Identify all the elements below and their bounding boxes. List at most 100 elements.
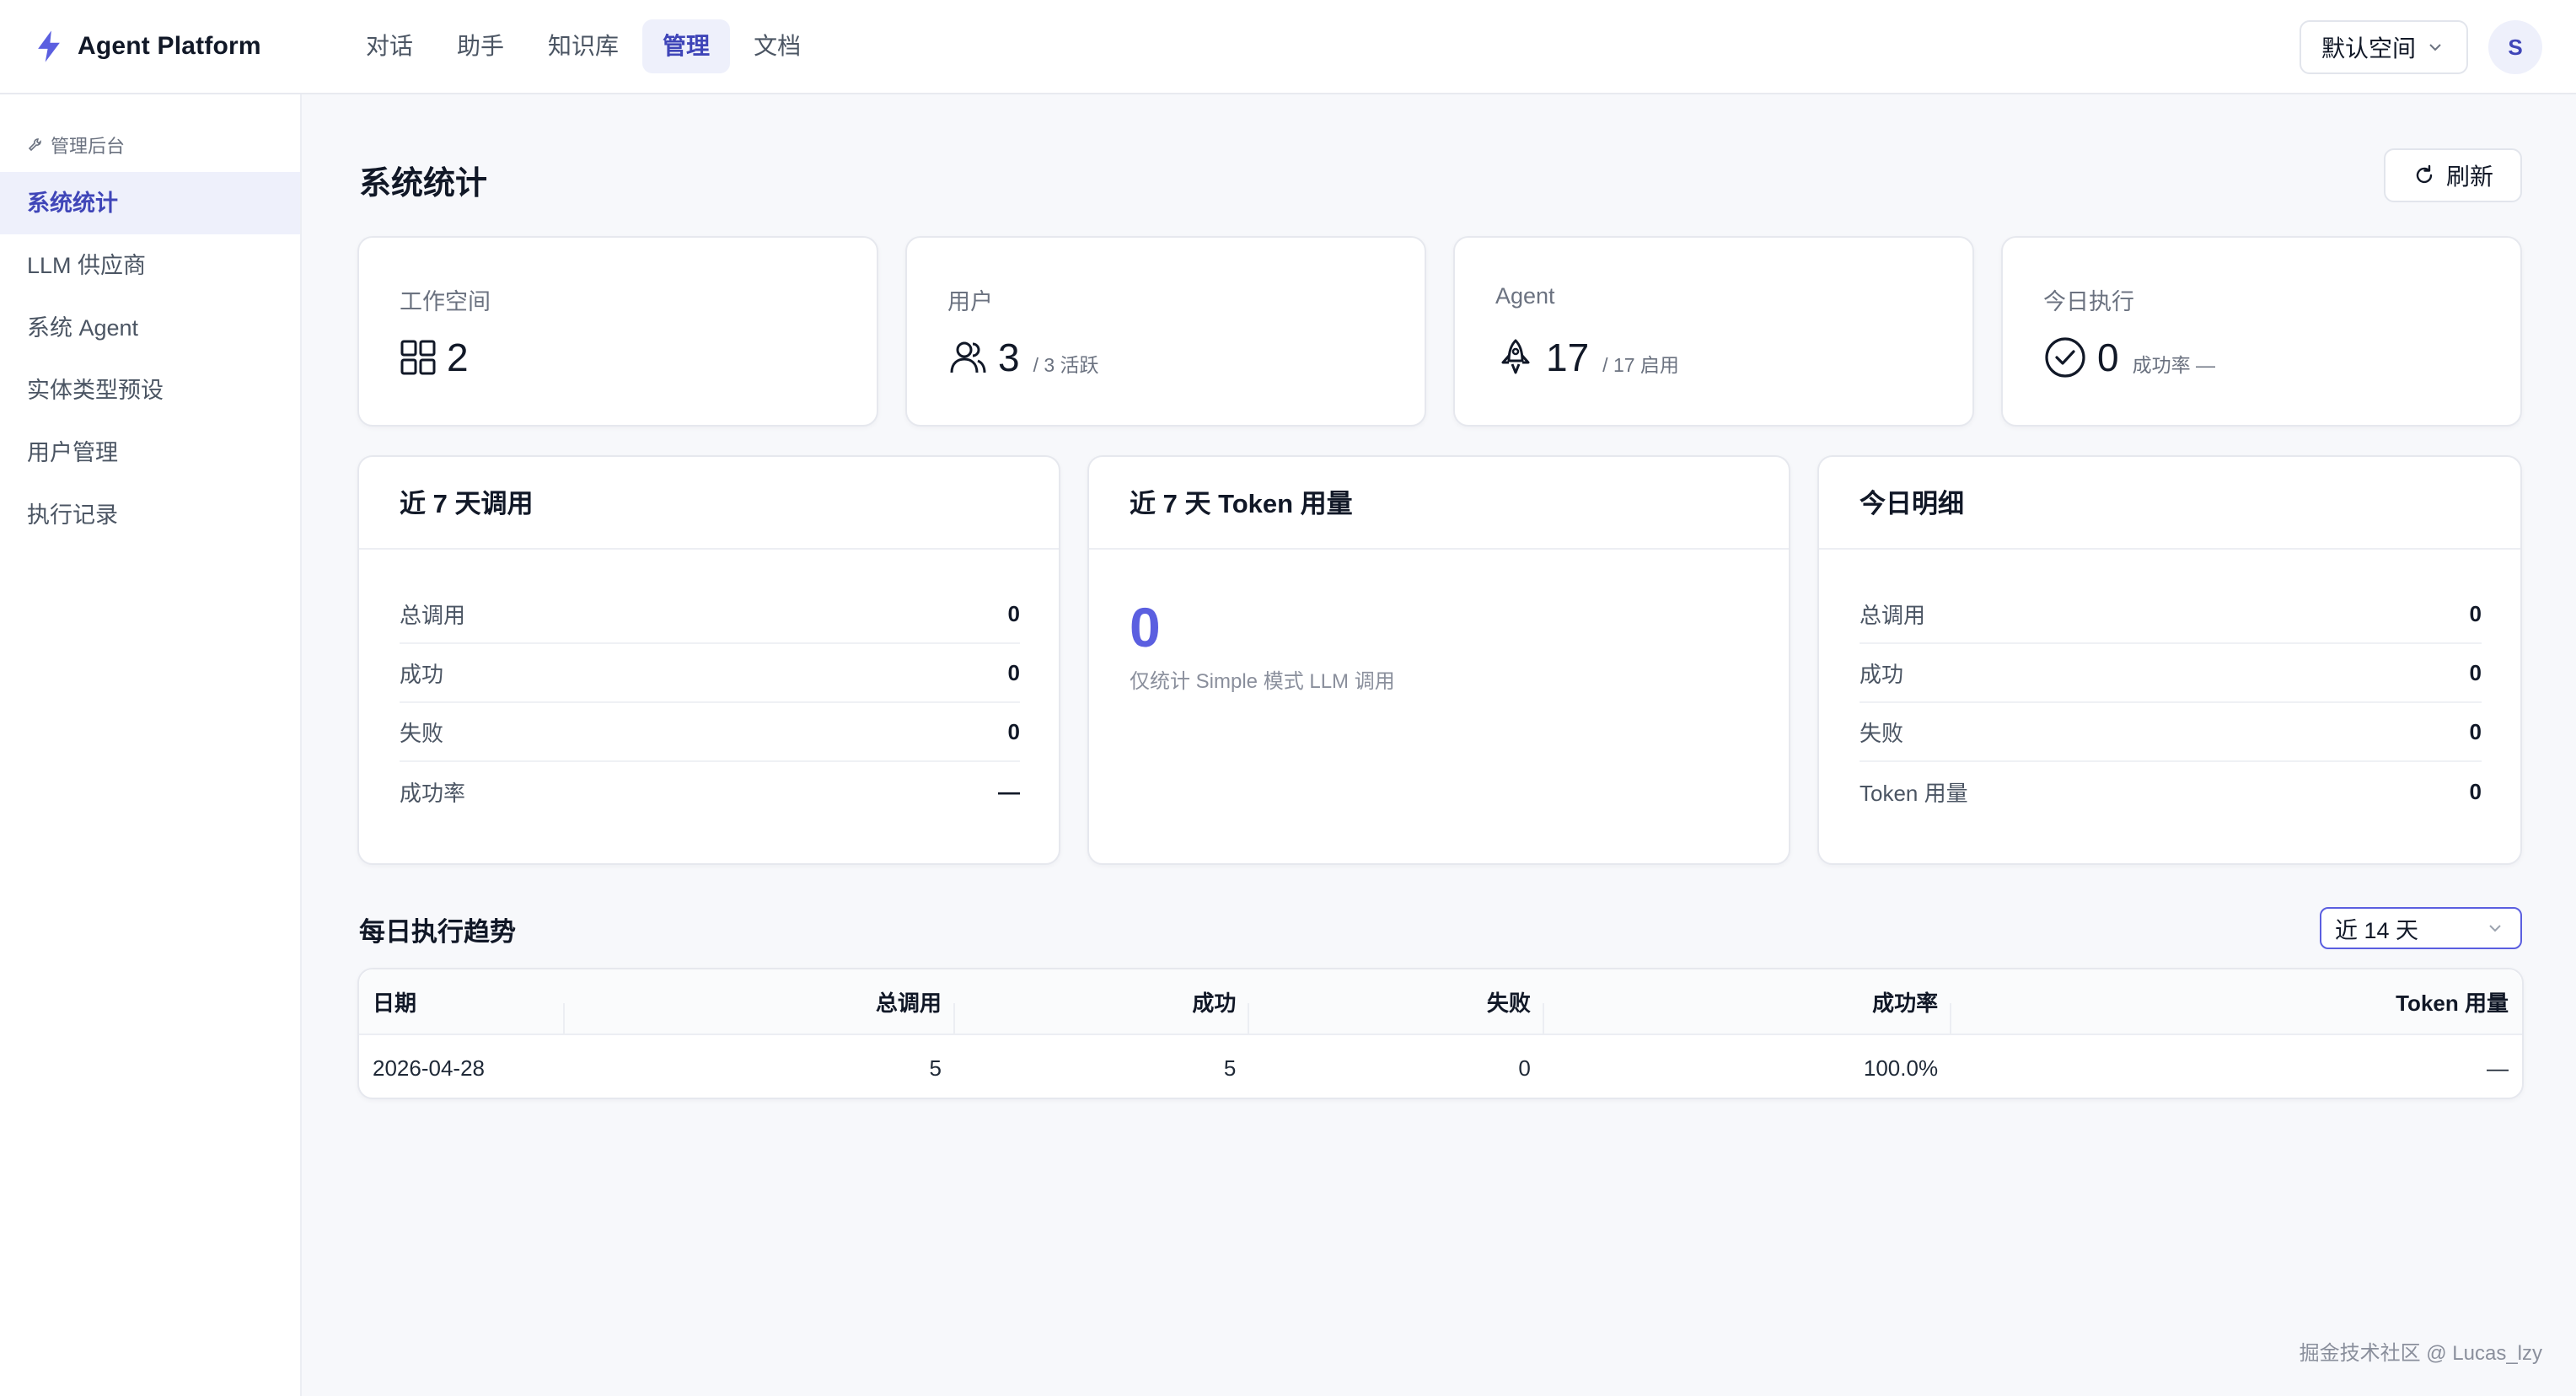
watermark: 掘金技术社区 @ Lucas_lzy <box>2299 1342 2542 1365</box>
table-header: 日期 总调用 成功 失败 成功率 Token 用量 <box>359 969 2522 1035</box>
column-header[interactable]: 总调用 <box>565 986 956 1035</box>
token-note: 仅统计 Simple 模式 LLM 调用 <box>1130 670 1395 693</box>
sidebar-item-system-agent[interactable]: 系统 Agent <box>0 297 300 359</box>
nav-item-chat[interactable]: 对话 <box>346 19 433 73</box>
kv-row: 成功 0 <box>1860 644 2482 703</box>
kv-value: 0 <box>1007 600 1020 626</box>
trend-table: 日期 总调用 成功 失败 成功率 Token 用量 2026-04-28 5 5… <box>357 968 2524 1099</box>
stat-card-workspaces: 工作空间 2 <box>357 236 878 427</box>
stat-value: 3 <box>998 336 1020 379</box>
table-row[interactable]: 2026-04-28 5 5 0 100.0% — <box>359 1035 2522 1101</box>
kv-value: — <box>998 778 1020 804</box>
brand[interactable]: Agent Platform <box>34 30 329 63</box>
sidebar: 管理后台 系统统计 LLM 供应商 系统 Agent 实体类型预设 用户管理 执… <box>0 94 302 1396</box>
top-navbar: Agent Platform 对话 助手 知识库 管理 文档 默认空间 S <box>0 0 2576 94</box>
table-cell: 5 <box>1223 1055 1237 1081</box>
stat-label: 今日执行 <box>2043 289 2134 314</box>
rocket-icon <box>1501 339 1530 374</box>
grid-icon <box>400 340 436 375</box>
kv-row: 成功率 — <box>400 762 1020 821</box>
sidebar-item-system-stats[interactable]: 系统统计 <box>0 172 300 234</box>
chevron-down-icon <box>2429 44 2441 51</box>
kv-key: 总调用 <box>400 602 466 628</box>
kv-row: 失败 0 <box>400 703 1020 762</box>
refresh-button[interactable]: 刷新 <box>2384 148 2522 202</box>
stat-value: 17 <box>1546 336 1590 379</box>
users-icon <box>950 341 986 373</box>
page-title: 系统统计 <box>359 166 488 201</box>
kv-row: 成功 0 <box>400 644 1020 703</box>
kv-key: 成功 <box>1860 661 1904 687</box>
avatar[interactable]: S <box>2488 20 2542 74</box>
kv-key: 失败 <box>1860 720 1904 746</box>
kv-value: 0 <box>2469 718 2482 744</box>
lightning-icon <box>38 30 60 62</box>
stat-sub: 成功率 — <box>2132 354 2215 376</box>
sidebar-item-execution-log[interactable]: 执行记录 <box>0 484 300 546</box>
kv-value: 0 <box>2469 659 2482 685</box>
token-total: 0 <box>1130 596 1161 658</box>
stat-label: 用户 <box>947 289 993 314</box>
panel-title: 近 7 天 Token 用量 <box>1089 457 1789 550</box>
stat-value: 0 <box>2097 336 2119 379</box>
refresh-icon <box>2416 164 2433 184</box>
nav-item-admin[interactable]: 管理 <box>642 19 731 73</box>
section-title: 每日执行趋势 <box>359 917 516 947</box>
range-label: 近 14 天 <box>2335 917 2419 943</box>
stat-label: 工作空间 <box>400 289 491 314</box>
nav-item-knowledge[interactable]: 知识库 <box>528 19 639 73</box>
panel-title: 今日明细 <box>1819 457 2520 550</box>
column-header[interactable]: 成功率 <box>1544 986 1952 1035</box>
panel-today-detail: 今日明细 总调用 0 成功 0 失败 0 Token 用量 0 <box>1817 455 2522 865</box>
kv-key: 成功 <box>400 661 444 687</box>
sidebar-item-entity-presets[interactable]: 实体类型预设 <box>0 359 300 421</box>
kv-row: Token 用量 0 <box>1860 762 2482 821</box>
table-cell: 100.0% <box>1863 1055 1939 1081</box>
stat-card-today-runs: 今日执行 0 成功率 — <box>2001 236 2522 427</box>
stat-value: 2 <box>447 336 469 379</box>
main-nav: 对话 助手 知识库 管理 文档 <box>346 19 824 73</box>
app-name: Agent Platform <box>78 32 261 60</box>
sidebar-section-header: 管理后台 <box>27 132 300 158</box>
table-cell: 2026-04-28 <box>373 1055 485 1081</box>
kv-value: 0 <box>1007 718 1020 744</box>
kv-row: 总调用 0 <box>1860 585 2482 644</box>
workspace-select[interactable]: 默认空间 <box>2299 20 2468 74</box>
table-cell: 5 <box>929 1055 942 1081</box>
column-header[interactable]: 失败 <box>1249 986 1545 1035</box>
range-select[interactable]: 近 14 天 <box>2320 907 2522 949</box>
wrench-icon <box>28 138 41 152</box>
panel-title: 近 7 天调用 <box>359 457 1059 550</box>
column-header[interactable]: Token 用量 <box>1951 986 2522 1017</box>
stat-card-agents: Agent 17 / 17 启用 <box>1453 236 1974 427</box>
workspace-label: 默认空间 <box>2321 35 2416 62</box>
nav-item-assistant[interactable]: 助手 <box>437 19 524 73</box>
kv-key: 总调用 <box>1860 602 1926 628</box>
panel-7day-token: 近 7 天 Token 用量 0 仅统计 Simple 模式 LLM 调用 <box>1087 455 1790 865</box>
kv-row: 失败 0 <box>1860 703 2482 762</box>
sidebar-item-user-management[interactable]: 用户管理 <box>0 421 300 484</box>
check-circle-icon <box>2045 337 2085 378</box>
column-header[interactable]: 日期 <box>359 986 565 1035</box>
table-cell: 0 <box>1518 1055 1531 1081</box>
kv-key: Token 用量 <box>1860 780 1968 806</box>
sidebar-item-llm-providers[interactable]: LLM 供应商 <box>0 234 300 297</box>
stat-sub: / 3 活跃 <box>1033 354 1099 376</box>
panel-7day-calls: 近 7 天调用 总调用 0 成功 0 失败 0 成功率 — <box>357 455 1060 865</box>
stat-card-users: 用户 3 / 3 活跃 <box>905 236 1426 427</box>
kv-value: 0 <box>2469 778 2482 804</box>
refresh-label: 刷新 <box>2445 164 2493 190</box>
stat-sub: / 17 启用 <box>1602 354 1679 376</box>
chevron-down-icon <box>2489 925 2501 932</box>
kv-value: 0 <box>2469 600 2482 626</box>
main-content: 系统统计 刷新 工作空间 2 用户 3 / 3 活跃 Agent 17 / 17… <box>302 94 2576 1396</box>
kv-value: 0 <box>1007 659 1020 685</box>
sidebar-section-label: 管理后台 <box>51 136 126 157</box>
nav-item-docs[interactable]: 文档 <box>733 19 821 73</box>
kv-key: 成功率 <box>400 780 466 806</box>
kv-row: 总调用 0 <box>400 585 1020 644</box>
table-cell: — <box>2486 1055 2509 1081</box>
stat-label: Agent <box>1495 283 1555 309</box>
kv-key: 失败 <box>400 720 444 746</box>
column-header[interactable]: 成功 <box>955 986 1250 1035</box>
